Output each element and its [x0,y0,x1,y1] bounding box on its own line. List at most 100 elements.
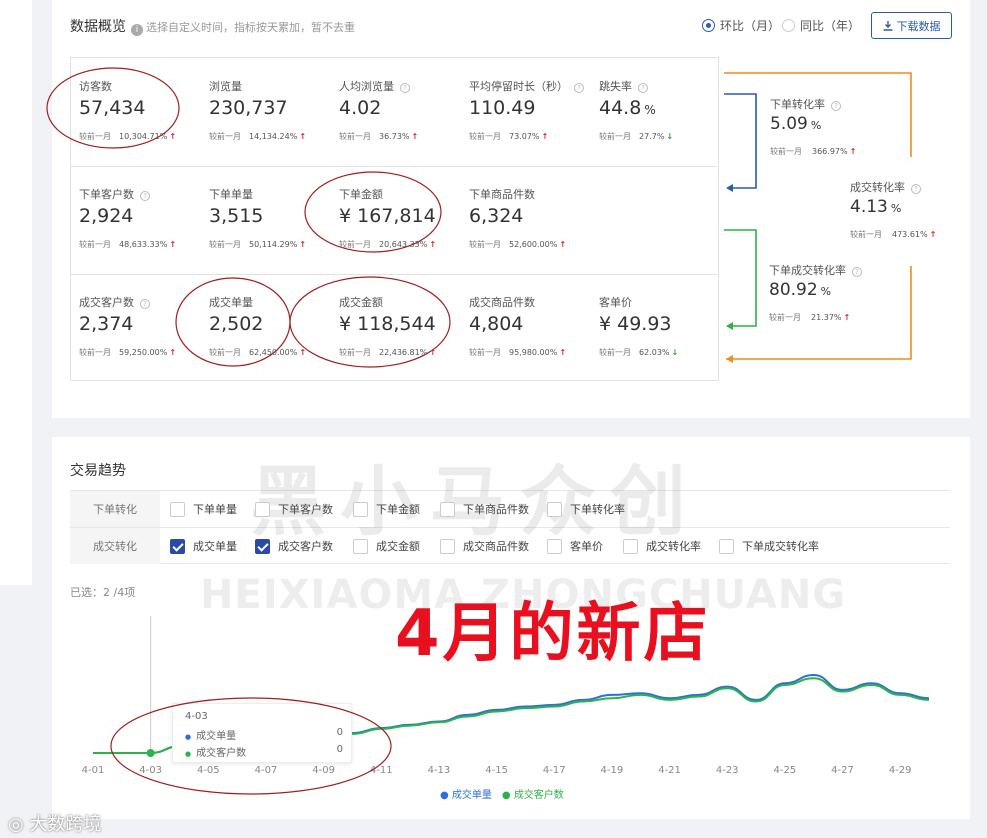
arrow-down-icon: ↓ [671,348,679,357]
metric-checkbox[interactable]: 客单价 [547,538,603,554]
checkbox-icon[interactable] [353,538,368,554]
metric-label: 下单客户数? [79,186,150,202]
checkbox-label: 成交客户数 [278,540,333,553]
metric-label-text: 客单价 [599,296,632,309]
checkbox-icon[interactable] [170,501,185,517]
checkbox-label: 下单成交转化率 [742,540,819,553]
conversion-compare: 较前一月 366.97% ↑ [770,146,856,157]
metric-value: 4,804 [469,313,526,335]
metric-value-text: 230,737 [209,97,288,119]
metric-compare: 较前一月 36.73% ↑ [339,131,418,142]
help-icon[interactable]: ? [574,83,584,93]
metric-label: 访客数 [79,78,112,94]
metric-checkbox[interactable]: 成交商品件数 [440,538,529,554]
metric-compare: 较前一月 50,114.29% ↑ [209,239,306,250]
metric-card: 下单客户数? 2,924 较前一月 48,633.33% ↑ [70,165,200,273]
compare-pct: 52,600.00% [509,240,558,249]
conversion-unit: % [890,202,902,215]
metric-unit: % [644,103,656,117]
compare-label: 较前一月 [339,132,371,141]
filter-head-deal: 成交转化 [70,528,160,564]
help-icon[interactable]: ? [638,83,648,93]
checkbox-icon[interactable] [255,501,270,517]
metric-checkbox[interactable]: 下单单量 [170,501,237,517]
arrow-up-icon: ↑ [843,313,851,322]
checkbox-icon[interactable] [440,538,455,554]
arrow-up-icon: ↑ [169,348,177,357]
metric-checkbox[interactable]: 下单转化率 [547,501,625,517]
checkbox-label: 下单单量 [193,503,237,516]
metric-label-text: 成交单量 [209,296,253,309]
help-icon[interactable]: ? [852,267,862,277]
checkbox-label: 成交金额 [376,540,420,553]
metric-value: 6,324 [469,205,526,227]
metric-card: 访客数 57,434 较前一月 10,304.71% ↑ [70,57,200,165]
metric-checkbox[interactable]: 成交转化率 [623,538,701,554]
compare-label: 较前一月 [209,132,241,141]
metric-label: 下单金额 [339,186,383,202]
metric-checkbox[interactable]: 下单商品件数 [440,501,529,517]
checkbox-label: 下单金额 [376,503,420,516]
metric-checkbox[interactable]: 下单金额 [353,501,420,517]
help-icon[interactable]: ? [140,191,150,201]
metric-value-text: 3,515 [209,205,264,227]
help-icon[interactable]: ? [400,83,410,93]
help-icon[interactable]: ? [140,299,150,309]
metric-checkbox[interactable]: 下单客户数 [255,501,333,517]
compare-pct: 366.97% [812,147,848,156]
checkbox-icon[interactable] [353,501,368,517]
conversion-rate-card: 下单成交转化率? 80.92% 较前一月 21.37% ↑ [769,262,909,342]
metric-label: 成交单量 [209,294,253,310]
arrow-up-icon: ↑ [429,348,437,357]
help-icon[interactable]: ? [831,101,841,111]
metric-value-text: 4.02 [339,97,382,119]
conversion-value: 5.09% [770,114,821,134]
checkbox-icon[interactable] [547,501,562,517]
compare-pct: 59,250.00% [119,348,168,357]
checkbox-icon[interactable] [719,538,734,554]
conversion-value-text: 80.92 [769,280,818,300]
metric-value: 44.8% [599,97,656,119]
metric-checkbox[interactable]: 成交金额 [353,538,420,554]
checkbox-icon[interactable] [547,538,562,554]
checkbox-checked-icon[interactable] [170,538,185,554]
metric-card: 下单金额 ¥ 167,814 较前一月 20,643.33% ↑ [330,165,460,273]
metric-card: 成交客户数? 2,374 较前一月 59,250.00% ↑ [70,273,200,381]
checkbox-label: 下单商品件数 [463,503,529,516]
arrow-up-icon: ↑ [559,348,567,357]
metric-value-text: 2,374 [79,313,134,335]
metric-label-text: 跳失率 [599,80,632,93]
filter-head-order: 下单转化 [70,491,160,527]
metric-compare: 较前一月 10,304.71% ↑ [79,131,176,142]
metric-label-text: 平均停留时长（秒） [469,80,568,93]
compare-pct: 62,450.00% [249,348,298,357]
arrow-up-icon: ↑ [559,240,567,249]
conversion-rate-card: 下单转化率? 5.09% 较前一月 366.97% ↑ [770,96,910,176]
metric-checkbox[interactable]: 成交单量 [170,538,237,554]
compare-label: 较前一月 [469,240,501,249]
metric-label-text: 浏览量 [209,80,242,93]
conversion-rate-card: 成交转化率? 4.13% 较前一月 473.61% ↑ [850,179,987,259]
compare-pct: 48,633.33% [119,240,168,249]
logo-icon: ◎ [8,814,30,835]
metric-value: 2,502 [209,313,266,335]
checkbox-icon[interactable] [440,501,455,517]
compare-label: 较前一月 [79,132,111,141]
metric-checkbox[interactable]: 成交客户数 [255,538,333,554]
metric-value-text: ¥ 49.93 [599,313,672,335]
checkbox-icon[interactable] [623,538,638,554]
arrow-up-icon: ↑ [429,240,437,249]
checkbox-checked-icon[interactable] [255,538,270,554]
metric-value-text: 6,324 [469,205,524,227]
metric-label-text: 访客数 [79,80,112,93]
help-icon[interactable]: ? [911,184,921,194]
metric-value: 3,515 [209,205,266,227]
metric-value-text: ¥ 167,814 [339,205,436,227]
metric-value: ¥ 49.93 [599,313,675,335]
checkbox-label: 下单转化率 [570,503,625,516]
metric-compare: 较前一月 14,134.24% ↑ [209,131,306,142]
metric-value-text: 4,804 [469,313,524,335]
checkbox-label: 客单价 [570,540,603,553]
metric-label-text: 下单金额 [339,188,383,201]
metric-checkbox[interactable]: 下单成交转化率 [719,538,819,554]
